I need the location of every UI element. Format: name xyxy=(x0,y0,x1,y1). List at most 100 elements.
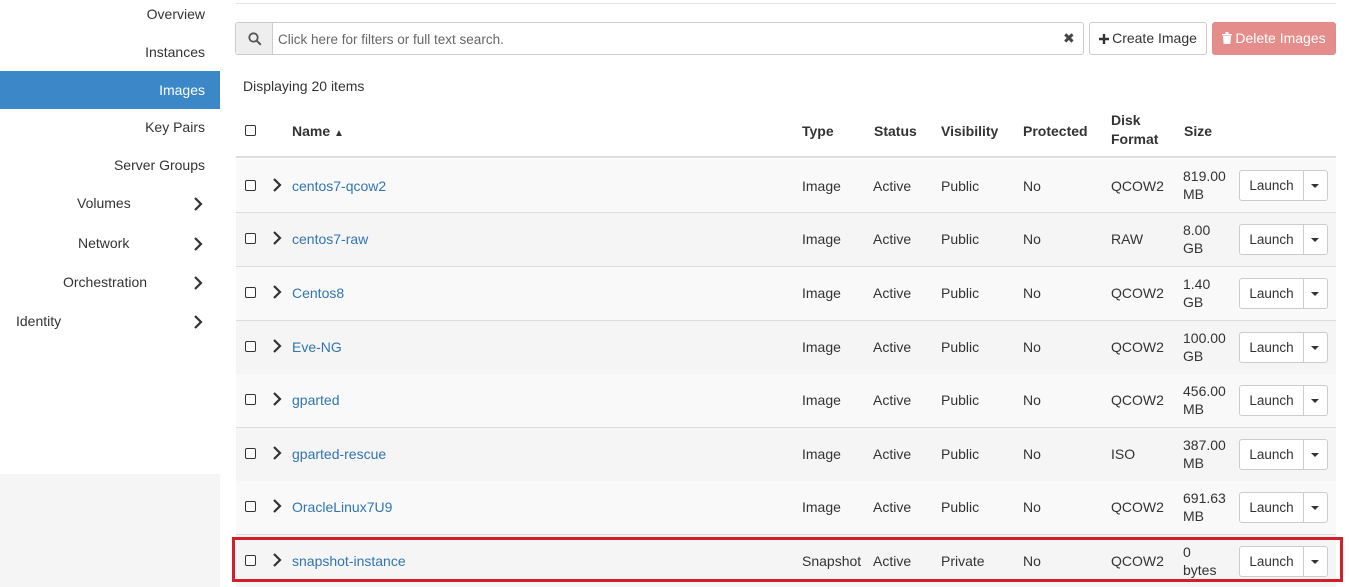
visibility-cell: Public xyxy=(941,392,980,408)
sidebar-item-overview[interactable]: Overview xyxy=(5,0,205,38)
size-unit: MB xyxy=(1183,401,1204,417)
chevron-right-icon xyxy=(194,237,203,251)
image-name-link[interactable]: gparted-rescue xyxy=(292,446,386,462)
caret-down-icon xyxy=(1311,346,1319,350)
launch-dropdown-toggle[interactable] xyxy=(1304,333,1327,362)
status-cell: Active xyxy=(873,231,912,247)
table-row: Centos8 Image Active Public No QCOW2 1.4… xyxy=(236,267,1336,321)
size-cell: 8.00 GB xyxy=(1183,221,1210,257)
image-name-link[interactable]: OracleLinux7U9 xyxy=(292,499,392,515)
row-checkbox[interactable] xyxy=(245,287,256,298)
launch-button-group: Launch xyxy=(1239,224,1328,255)
chevron-right-icon[interactable] xyxy=(272,392,282,406)
row-checkbox[interactable] xyxy=(245,394,256,405)
image-name-link[interactable]: centos7-raw xyxy=(292,231,368,247)
size-value: 456.00 xyxy=(1183,383,1226,399)
launch-button-group: Launch xyxy=(1239,492,1328,523)
size-cell: 387.00 MB xyxy=(1183,436,1226,472)
protected-cell: No xyxy=(1023,231,1041,247)
sidebar-group-label: Identity xyxy=(16,313,62,329)
type-cell: Image xyxy=(802,178,841,194)
size-cell: 691.63 MB xyxy=(1183,489,1226,525)
status-cell: Active xyxy=(873,392,912,408)
size-cell: 456.00 MB xyxy=(1183,382,1226,418)
visibility-cell: Public xyxy=(941,285,980,301)
row-checkbox[interactable] xyxy=(245,233,256,244)
launch-button[interactable]: Launch xyxy=(1240,171,1304,200)
chevron-right-icon[interactable] xyxy=(272,231,282,245)
column-header-disk-format: Disk Format xyxy=(1111,112,1158,147)
protected-cell: No xyxy=(1023,339,1041,355)
type-cell: Image xyxy=(802,231,841,247)
protected-cell: No xyxy=(1023,446,1041,462)
launch-button[interactable]: Launch xyxy=(1240,493,1304,522)
search-icon xyxy=(248,32,262,46)
sidebar-group-label: Volumes xyxy=(77,195,131,211)
column-header-status: Status xyxy=(874,123,917,139)
chevron-right-icon[interactable] xyxy=(272,285,282,299)
disk-format-cell: QCOW2 xyxy=(1111,392,1164,408)
disk-format-cell: QCOW2 xyxy=(1111,285,1164,301)
disk-format-cell: QCOW2 xyxy=(1111,339,1164,355)
launch-dropdown-toggle[interactable] xyxy=(1304,171,1327,200)
row-checkbox[interactable] xyxy=(245,180,256,191)
launch-dropdown-toggle[interactable] xyxy=(1304,493,1327,522)
size-cell: 100.00 GB xyxy=(1183,329,1226,365)
highlight-box xyxy=(232,537,1343,582)
image-name-link[interactable]: centos7-qcow2 xyxy=(292,178,386,194)
table-row: gparted Image Active Public No QCOW2 456… xyxy=(236,374,1336,428)
row-checkbox[interactable] xyxy=(245,501,256,512)
launch-dropdown-toggle[interactable] xyxy=(1304,225,1327,254)
size-cell: 819.00 MB xyxy=(1183,167,1226,203)
launch-button[interactable]: Launch xyxy=(1240,333,1304,362)
sort-ascending-icon: ▲ xyxy=(334,128,344,139)
image-name-link[interactable]: Eve-NG xyxy=(292,339,342,355)
search-input[interactable] xyxy=(278,29,1038,49)
status-cell: Active xyxy=(873,339,912,355)
chevron-right-icon xyxy=(194,315,203,329)
chevron-right-icon[interactable] xyxy=(272,178,282,192)
delete-images-button[interactable]: Delete Images xyxy=(1212,22,1336,55)
sidebar-item-key-pairs[interactable]: Key Pairs xyxy=(5,113,205,151)
image-name-link[interactable]: Centos8 xyxy=(292,285,344,301)
launch-button-group: Launch xyxy=(1239,332,1328,363)
caret-down-icon xyxy=(1311,238,1319,242)
launch-button[interactable]: Launch xyxy=(1240,225,1304,254)
launch-dropdown-toggle[interactable] xyxy=(1304,279,1327,308)
column-header-disk-format-line2: Format xyxy=(1111,131,1159,147)
chevron-right-icon[interactable] xyxy=(272,499,282,513)
chevron-right-icon[interactable] xyxy=(272,339,282,353)
item-count: Displaying 20 items xyxy=(243,78,365,94)
chevron-right-icon[interactable] xyxy=(272,446,282,460)
column-header-size: Size xyxy=(1184,123,1213,139)
create-image-label: Create Image xyxy=(1112,30,1197,46)
image-name-link[interactable]: gparted xyxy=(292,392,339,408)
visibility-cell: Public xyxy=(941,499,980,515)
type-cell: Image xyxy=(802,392,841,408)
launch-button[interactable]: Launch xyxy=(1240,279,1304,308)
size-unit: GB xyxy=(1183,348,1204,364)
sidebar-group-label: Network xyxy=(78,235,130,251)
close-icon[interactable]: ✖ xyxy=(1063,30,1077,46)
sidebar-background xyxy=(0,474,220,587)
launch-button[interactable]: Launch xyxy=(1240,440,1304,469)
row-checkbox[interactable] xyxy=(245,341,256,352)
disk-format-cell: ISO xyxy=(1111,446,1136,462)
launch-dropdown-toggle[interactable] xyxy=(1304,440,1327,469)
type-cell: Image xyxy=(802,339,841,355)
protected-cell: No xyxy=(1023,499,1041,515)
select-all-checkbox[interactable] xyxy=(245,125,256,136)
visibility-cell: Public xyxy=(941,231,980,247)
sidebar-item-images[interactable]: Images xyxy=(0,71,220,109)
row-checkbox[interactable] xyxy=(245,448,256,459)
size-unit: GB xyxy=(1183,294,1204,310)
column-header-name[interactable]: Name ▲ xyxy=(292,123,344,139)
launch-button-group: Launch xyxy=(1239,278,1328,309)
size-unit: GB xyxy=(1183,240,1204,256)
caret-down-icon xyxy=(1311,184,1319,188)
launch-dropdown-toggle[interactable] xyxy=(1304,386,1327,415)
create-image-button[interactable]: Create Image xyxy=(1089,22,1207,55)
launch-button[interactable]: Launch xyxy=(1240,386,1304,415)
caret-down-icon xyxy=(1311,453,1319,457)
type-cell: Image xyxy=(802,499,841,515)
